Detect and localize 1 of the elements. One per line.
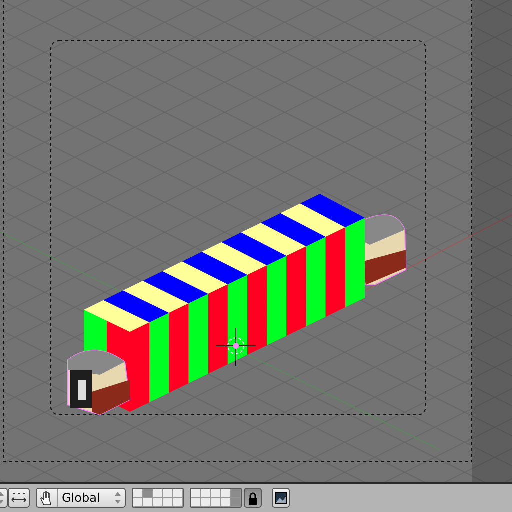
orientation-dropdown[interactable]: Global <box>36 488 126 508</box>
